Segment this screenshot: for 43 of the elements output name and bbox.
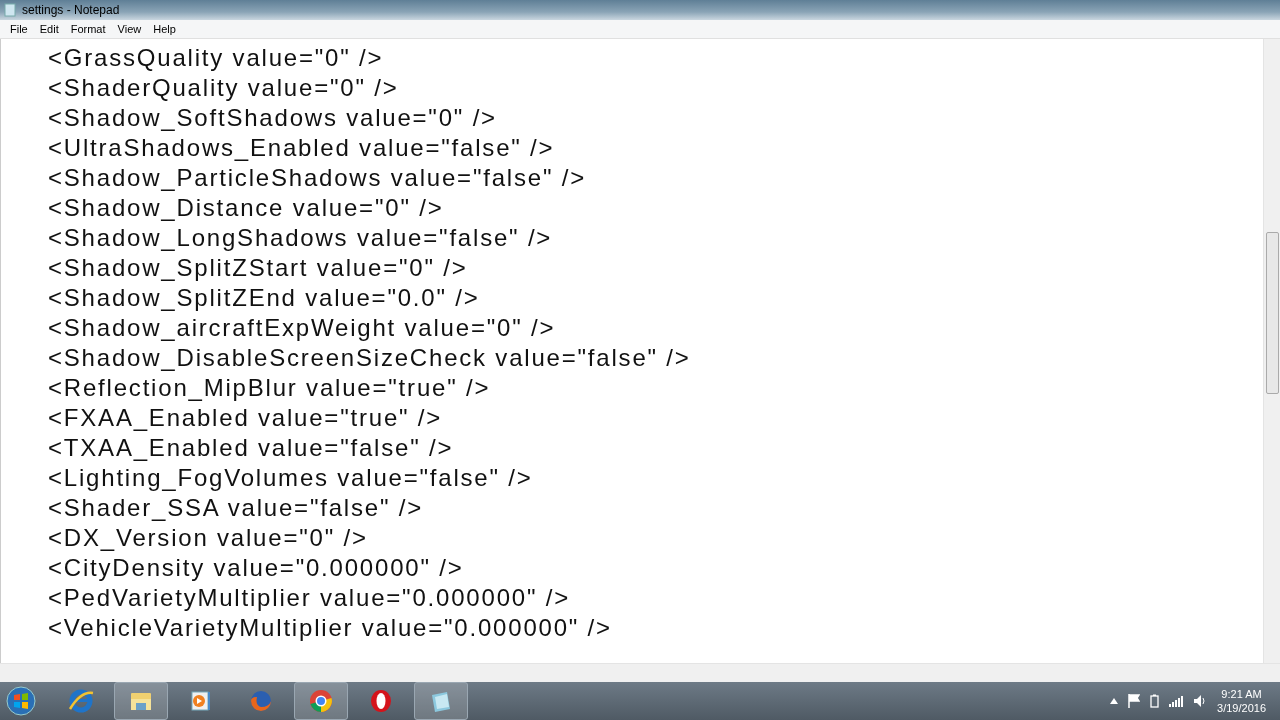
menu-item[interactable]: File xyxy=(4,23,34,35)
text-line: <Shadow_SplitZEnd value="0.0" /> xyxy=(48,283,481,313)
browser-icon xyxy=(67,687,95,715)
date-text: 3/19/2016 xyxy=(1217,701,1266,715)
text-line: <GrassQuality value="0" /> xyxy=(48,43,385,73)
text-line: <Shadow_Distance value="0" /> xyxy=(48,193,445,223)
menu-item[interactable]: Edit xyxy=(33,23,65,35)
text-line: <UltraShadows_Enabled value="false" /> xyxy=(48,133,556,163)
taskbar-button[interactable] xyxy=(294,682,348,720)
text-line: <Shadow_ParticleShadows value="false" /> xyxy=(48,163,587,193)
start-button[interactable] xyxy=(6,686,36,716)
signal-icon[interactable] xyxy=(1169,695,1184,707)
menu-item[interactable]: View xyxy=(111,23,148,35)
text-line: <DX_Version value="0" /> xyxy=(48,523,369,553)
text-line: <TXAA_Enabled value="false" /> xyxy=(48,433,455,463)
volume-icon[interactable] xyxy=(1193,694,1208,708)
text-line: <PedVarietyMultiplier value="0.000000" /> xyxy=(48,583,571,613)
window-title: settings - Notepad xyxy=(22,3,120,17)
time-text: 9:21 AM xyxy=(1221,687,1262,701)
chrome-icon xyxy=(307,687,335,715)
taskbar-button[interactable] xyxy=(114,682,168,720)
taskbar-button[interactable] xyxy=(414,682,468,720)
battery-icon[interactable] xyxy=(1150,694,1160,708)
clock[interactable]: 9:21 AM 3/19/2016 xyxy=(1217,687,1266,715)
text-line: <Shadow_SoftShadows value="0" /> xyxy=(48,103,498,133)
vertical-scrollbar[interactable] xyxy=(1263,39,1280,663)
text-line: <FXAA_Enabled value="true" /> xyxy=(48,403,444,433)
text-line: <Shadow_DisableScreenSizeCheck value="false" /> xyxy=(48,343,692,373)
text-line: <ShaderQuality value="0" /> xyxy=(48,73,400,103)
show-hidden-icons-icon[interactable] xyxy=(1110,698,1119,704)
flag-icon[interactable] xyxy=(1128,694,1141,708)
text-line: <CityDensity value="0.000000" /> xyxy=(48,553,465,583)
text-line: <Lighting_FogVolumes value="false" /> xyxy=(48,463,534,493)
text-line: <Shadow_aircraftExpWeight value="0" /> xyxy=(48,313,557,343)
text-line: <Shadow_LongShadows value="false" /> xyxy=(48,223,554,253)
text-line: <VehicleVarietyMultiplier value="0.000000" /> xyxy=(48,613,613,643)
horizontal-scrollbar[interactable] xyxy=(0,663,1280,682)
menu-item[interactable]: Format xyxy=(64,23,112,35)
notepad-icon xyxy=(4,3,16,17)
text-line: <Shadow_SplitZStart value="0" /> xyxy=(48,253,469,283)
menu-item[interactable]: Help xyxy=(147,23,182,35)
text-line: <Shader_SSA value="false" /> xyxy=(48,493,424,523)
text-line: <Reflection_MipBlur value="true" /> xyxy=(48,373,492,403)
